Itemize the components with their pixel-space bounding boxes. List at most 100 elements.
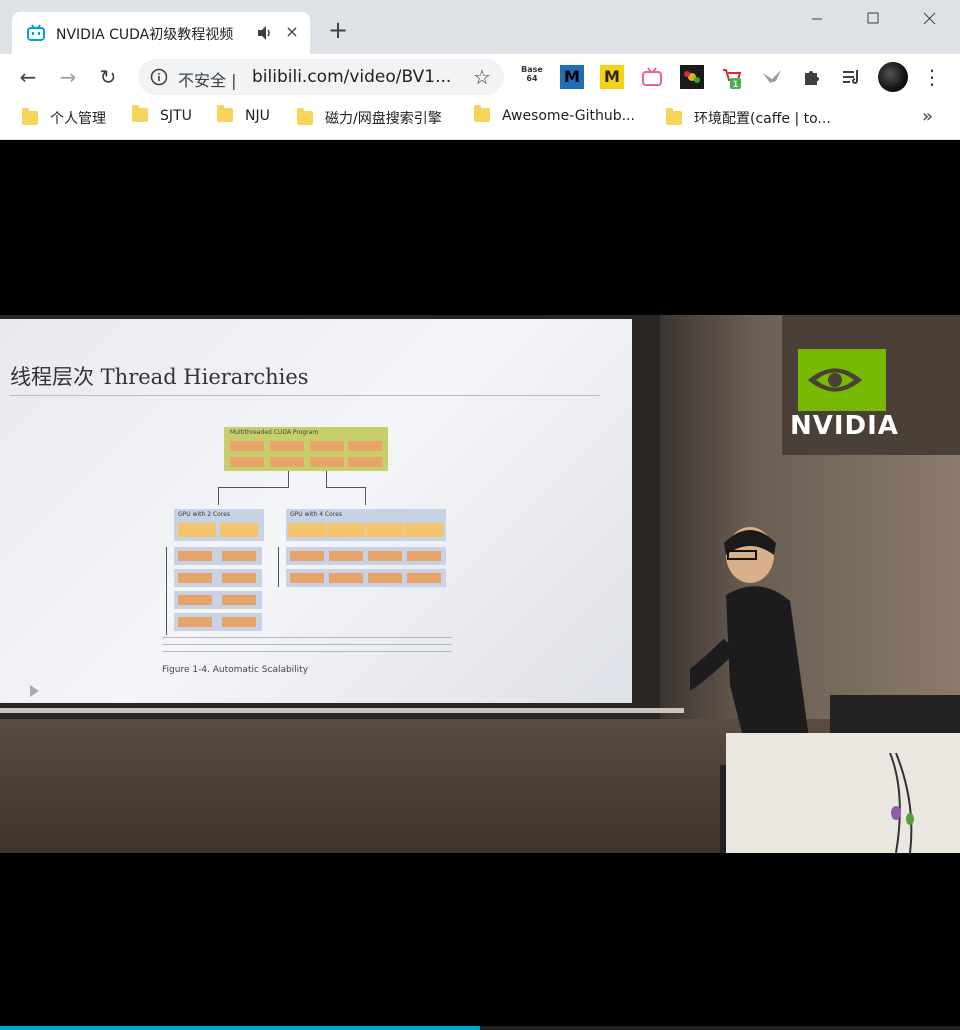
maximize-button[interactable] [850,4,896,34]
eye-swirl-icon [808,368,862,392]
arrow [288,471,289,487]
block [290,573,324,583]
block [178,573,212,583]
block [270,441,304,451]
profile-avatar[interactable] [878,62,908,92]
block [329,551,363,561]
core [366,523,404,537]
bookmark-folder-awesome-github[interactable]: Awesome-Github... [474,105,635,130]
block-row [286,547,446,565]
block [222,573,256,583]
video-frame: NVIDIA 线程层次 Thread Hierarchies Multithre… [0,315,960,853]
video-progress-bar[interactable] [0,1026,960,1030]
block [368,551,402,561]
tab-title: NVIDIA CUDA初级教程视频 [56,27,234,43]
video-progress-fill [0,1026,480,1030]
block [222,617,256,627]
block [368,573,402,583]
block [222,551,256,561]
block [407,573,441,583]
m-yellow-extension-icon[interactable]: M [600,65,624,89]
block [310,441,344,451]
program-box: Multithreaded CUDA Program [224,427,388,471]
block [230,457,264,467]
time-arrow [278,547,279,587]
bookmark-folder-sjtu[interactable]: SJTU [132,105,192,130]
flower-extension-icon[interactable] [680,65,704,89]
puzzle-extension-icon[interactable] [800,65,824,89]
bookmark-folder-nju[interactable]: NJU [217,105,270,130]
projector-screen: 线程层次 Thread Hierarchies Multithreaded CU… [0,315,684,719]
core [327,523,365,537]
gpu-4-cores: GPU with 4 Cores [286,509,446,541]
chrome-menu-button[interactable]: ⋮ [920,63,944,91]
cart-extension-icon[interactable]: 1 [720,65,744,89]
bookmark-folder-search[interactable]: 磁力/网盘搜索引擎 [297,108,442,130]
block-row [286,569,446,587]
insecure-label: 不安全 | [178,71,237,90]
reading-list-icon[interactable] [840,65,864,89]
video-player[interactable]: NVIDIA 线程层次 Thread Hierarchies Multithre… [0,141,960,1025]
core [178,523,216,537]
forward-button[interactable]: → [54,63,82,91]
block [348,441,382,451]
tab-close-button[interactable]: × [282,21,302,43]
folder-icon [474,105,490,122]
slide-title: 线程层次 Thread Hierarchies [10,365,309,389]
bookmark-star-icon[interactable]: ☆ [470,65,494,89]
screen-bottom-bar [0,708,684,713]
base64-extension-icon[interactable]: Base 64 [520,65,544,89]
core [405,523,443,537]
arrow [365,487,366,505]
folder-icon [217,105,233,122]
block [310,457,344,467]
bird-extension-icon[interactable] [760,65,784,89]
bilibili-icon [27,24,45,41]
window-close-button[interactable] [906,4,952,34]
info-icon[interactable] [150,68,168,86]
m-blue-extension-icon[interactable]: M [560,65,584,89]
block [407,551,441,561]
nvidia-logo: NVIDIA [782,315,960,455]
new-tab-button[interactable]: + [326,18,350,42]
block [348,457,382,467]
svg-text:1: 1 [733,79,738,89]
core [288,523,326,537]
address-bar[interactable]: 不安全 | bilibili.com/video/BV1... ☆ [138,59,504,95]
active-tab[interactable]: NVIDIA CUDA初级教程视频 × [12,12,310,54]
block [230,441,264,451]
tab-strip: NVIDIA CUDA初级教程视频 × + [0,0,960,54]
url-text[interactable]: bilibili.com/video/BV1... [252,67,464,87]
bookmarks-bar: 个人管理 SJTU NJU 磁力/网盘搜索引擎 Awesome-Github..… [0,100,960,140]
bookmark-folder-env-config[interactable]: 环境配置(caffe | to... [666,108,831,130]
block [178,595,212,605]
folder-icon [132,105,148,122]
arrow [218,487,219,505]
folder-icon [666,108,682,125]
block [178,551,212,561]
figure-description [162,637,452,657]
bookmarks-overflow-button[interactable]: » [922,106,933,127]
block [329,573,363,583]
slide-play-icon [30,685,39,697]
core [220,523,258,537]
folder-icon [297,108,313,125]
tv-extension-icon[interactable] [640,65,664,89]
cable [889,753,914,853]
program-box-title: Multithreaded CUDA Program [230,429,319,436]
slide-divider [10,395,600,396]
gpu-2-cores: GPU with 2 Cores [174,509,264,541]
figure-caption: Figure 1-4. Automatic Scalability [162,665,309,675]
reload-button[interactable]: ↻ [94,63,122,91]
arrow [218,487,289,488]
block [178,617,212,627]
volume-icon[interactable] [256,23,272,43]
minimize-button[interactable] [794,4,840,34]
bookmark-folder-personal[interactable]: 个人管理 [22,108,106,130]
block-row [174,547,262,565]
slide: 线程层次 Thread Hierarchies Multithreaded CU… [0,319,632,703]
block [290,551,324,561]
back-button[interactable]: ← [14,63,42,91]
block [222,595,256,605]
block [270,457,304,467]
